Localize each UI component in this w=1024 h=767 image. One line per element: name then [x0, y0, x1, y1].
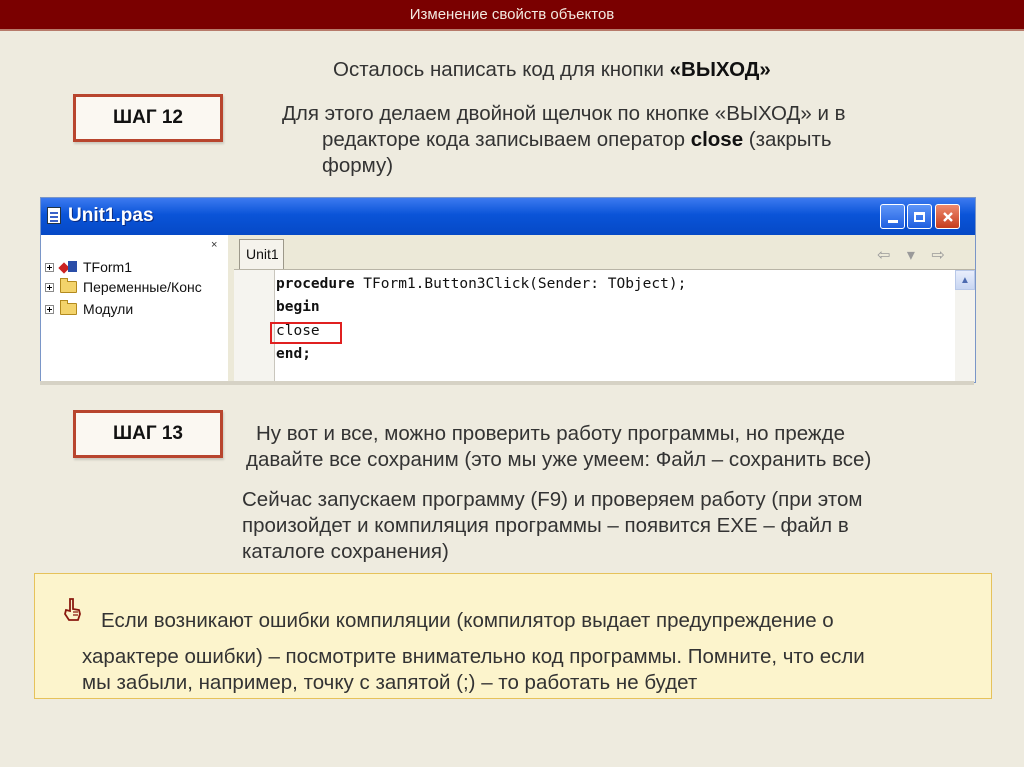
close-icon	[942, 211, 953, 222]
folder-icon	[60, 278, 77, 293]
expand-icon[interactable]	[45, 262, 54, 272]
expand-icon[interactable]	[45, 282, 54, 292]
step-13-para-1-line-2: давайте все сохраним (это мы уже умеем: …	[246, 448, 872, 471]
step-12-line-1: Для этого делаем двойной щелчок по кнопк…	[282, 102, 846, 125]
close-operator: close	[690, 128, 744, 151]
step-12-badge: ШАГ 12	[73, 94, 223, 142]
hint-line-2: характере ошибки) – посмотрите вниматель…	[82, 645, 865, 668]
step-12-intro: Осталось написать код для кнопки «ВЫХОД»	[333, 58, 771, 81]
hint-line-3: мы забыли, например, точку с запятой (;)…	[82, 671, 698, 694]
expand-icon[interactable]	[45, 304, 54, 314]
editor-gutter	[234, 270, 275, 382]
code-line: end;	[276, 346, 311, 362]
editor-tab-strip: Unit1 ⇦ ▾ ⇨ ▾	[234, 235, 975, 284]
tree-item-variables[interactable]: Переменные/Конс	[45, 278, 202, 296]
step-12-line-3: форму)	[322, 154, 394, 177]
close-highlight-frame	[270, 322, 342, 344]
code-explorer-pane: × TForm1 Переменные/Конс Модули	[41, 235, 229, 382]
compilation-hint-box: Если возникают ошибки компиляции (компил…	[34, 573, 992, 699]
header-divider	[0, 29, 1024, 31]
step-13-para-1-line-1: Ну вот и все, можно проверить работу про…	[256, 422, 845, 445]
minimize-button[interactable]	[880, 204, 905, 229]
slide-title: Изменение свойств объектов	[409, 6, 615, 23]
slide-header: Изменение свойств объектов	[0, 0, 1024, 29]
tree-item-modules[interactable]: Модули	[45, 300, 133, 318]
step-13-label: ШАГ 13	[113, 423, 183, 444]
code-line: procedure TForm1.Button3Click(Sender: TO…	[276, 276, 687, 292]
window-title: Unit1.pas	[68, 205, 154, 226]
folder-icon	[60, 300, 77, 315]
tree-item-tform1[interactable]: TForm1	[45, 258, 132, 276]
code-text-area[interactable]: procedure TForm1.Button3Click(Sender: TO…	[275, 270, 955, 382]
minimize-icon	[887, 219, 898, 223]
vertical-scrollbar[interactable]: ▲	[955, 270, 975, 382]
tab-unit1[interactable]: Unit1	[239, 239, 284, 269]
hint-line-1: Если возникают ошибки компиляции (компил…	[101, 609, 834, 632]
pointing-hand-icon	[64, 598, 81, 621]
code-line: begin	[276, 299, 320, 315]
code-editor-window: Unit1.pas × TForm1 Переменные/Конс Модул…	[40, 197, 976, 383]
step-13-para-2-line-2: произойдет и компиляция программы – появ…	[242, 514, 849, 537]
pane-close-icon[interactable]: ×	[211, 239, 217, 251]
exit-button-name: «ВЫХОД»	[669, 58, 771, 81]
step-13-badge: ШАГ 13	[73, 410, 223, 458]
maximize-icon	[914, 211, 925, 222]
step-12-line-2: редакторе кода записываем оператор close…	[322, 128, 832, 151]
step-12-label: ШАГ 12	[113, 107, 183, 128]
window-title-bar[interactable]: Unit1.pas	[41, 198, 975, 235]
step-13-para-2-line-1: Сейчас запускаем программу (F9) и провер…	[242, 488, 863, 511]
editor-shadow	[40, 381, 974, 385]
step-13-para-2-line-3: каталоге сохранения)	[242, 540, 449, 563]
close-window-button[interactable]	[935, 204, 960, 229]
pas-file-icon	[47, 207, 61, 224]
maximize-button[interactable]	[907, 204, 932, 229]
form-icon	[60, 260, 77, 274]
scroll-up-button[interactable]: ▲	[955, 270, 975, 290]
